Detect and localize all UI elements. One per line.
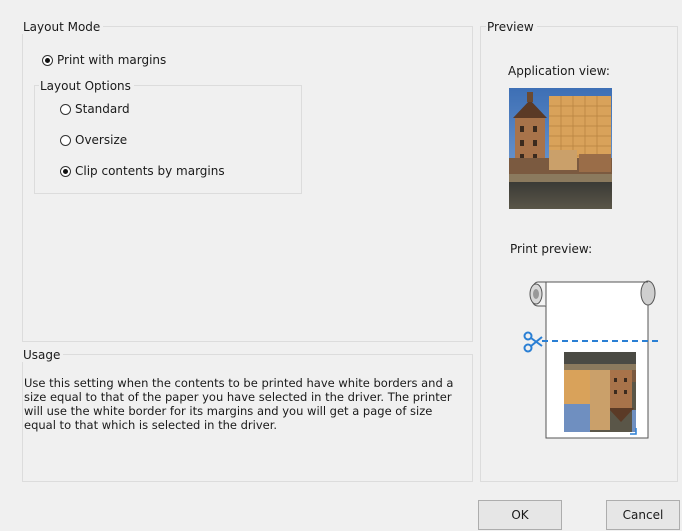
print-with-margins-radio[interactable]: Print with margins [42, 53, 166, 67]
print-preview-label: Print preview: [510, 242, 593, 256]
oversize-radio[interactable]: Oversize [60, 133, 127, 147]
clip-contents-radio[interactable]: Clip contents by margins [60, 164, 225, 178]
cancel-button[interactable]: Cancel [606, 500, 680, 530]
application-view-image [509, 88, 612, 209]
print-preview-image [523, 280, 662, 439]
radio-checked-icon [42, 54, 53, 66]
clip-contents-label: Clip contents by margins [75, 164, 225, 178]
standard-label: Standard [75, 102, 130, 116]
oversize-label: Oversize [75, 133, 128, 147]
usage-description: Use this setting when the contents to be… [24, 376, 454, 432]
radio-unchecked-icon [60, 134, 71, 146]
preview-title: Preview [486, 20, 537, 34]
layout-options-title: Layout Options [39, 79, 134, 93]
ok-button[interactable]: OK [478, 500, 562, 530]
application-view-label: Application view: [508, 64, 610, 78]
print-with-margins-label: Print with margins [57, 53, 167, 67]
standard-radio[interactable]: Standard [60, 102, 130, 116]
usage-title: Usage [22, 348, 64, 362]
layout-mode-title: Layout Mode [22, 20, 104, 34]
radio-checked-icon [60, 165, 71, 177]
radio-unchecked-icon [60, 103, 71, 115]
